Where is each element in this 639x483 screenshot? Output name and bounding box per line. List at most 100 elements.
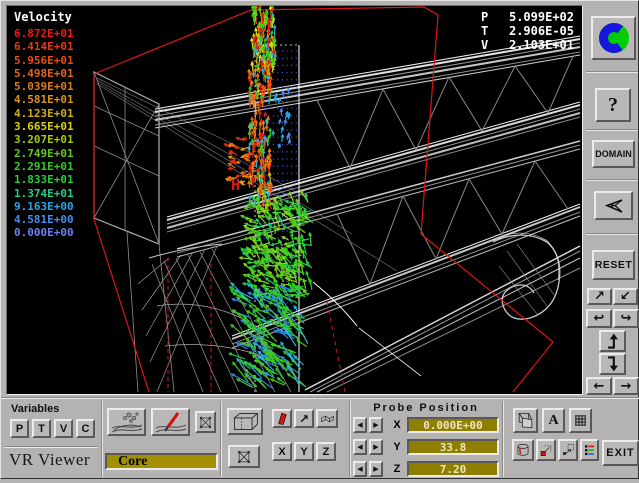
cut-plane-box-button[interactable] bbox=[227, 408, 263, 435]
help-button[interactable]: ? bbox=[595, 88, 631, 122]
legend-value: 0.000E+00 bbox=[14, 226, 74, 239]
legend-value: 3.665E+01 bbox=[14, 120, 74, 133]
vector-direction-button[interactable]: ↗ bbox=[294, 409, 314, 428]
arrow-left-icon: ← bbox=[594, 379, 605, 394]
probe-axis-label: Y bbox=[391, 439, 403, 455]
particle-trace-button[interactable] bbox=[107, 408, 146, 436]
part-selector-field[interactable]: Core bbox=[105, 453, 218, 470]
legend-value: 1.374E+01 bbox=[14, 187, 74, 200]
annotation-button[interactable]: A bbox=[542, 408, 565, 433]
legend-title: Velocity bbox=[14, 10, 74, 24]
probe-position-title: Probe Position bbox=[353, 402, 499, 414]
legend-value: 1.833E+01 bbox=[14, 173, 74, 186]
probe-tool-icon bbox=[154, 410, 188, 434]
divider bbox=[586, 129, 638, 131]
axis-button[interactable]: Z bbox=[316, 442, 336, 461]
readout-row: V 2.103E+01 bbox=[481, 38, 574, 52]
exit-button[interactable]: EXIT bbox=[602, 440, 639, 466]
domain-button[interactable]: DOMAIN bbox=[592, 140, 635, 168]
probe-increment-button[interactable]: ▶ bbox=[369, 461, 383, 477]
variable-button[interactable]: T bbox=[32, 419, 51, 438]
arrow-ne-icon: ↗ bbox=[299, 412, 309, 426]
divider bbox=[101, 401, 103, 477]
cut-plane-button[interactable] bbox=[272, 409, 292, 428]
viewport[interactable]: H Velocity 6.872E+01 6.414E+01 5.956E+01… bbox=[6, 5, 583, 395]
scale-icon bbox=[539, 442, 553, 458]
readout-value: 5.099E+02 bbox=[509, 10, 574, 24]
surface-mesh-button[interactable] bbox=[316, 409, 338, 428]
legend-items: 6.872E+01 6.414E+01 5.956E+01 5.498E+01 … bbox=[14, 27, 74, 240]
divider bbox=[586, 233, 638, 235]
turn-up-arrow-icon bbox=[603, 332, 623, 350]
pan-left-button[interactable]: ← bbox=[586, 377, 612, 395]
probe-tool-button[interactable] bbox=[151, 408, 190, 436]
reset-button[interactable]: RESET bbox=[592, 250, 635, 280]
clear-region-button-2[interactable] bbox=[228, 445, 260, 468]
probe-increment-button[interactable]: ▶ bbox=[369, 417, 383, 433]
color-palette-button[interactable] bbox=[580, 439, 599, 461]
legend-value: 5.039E+01 bbox=[14, 80, 74, 93]
rotate-left-button[interactable]: ↩ bbox=[586, 309, 612, 328]
probe-axis-label: Z bbox=[391, 461, 403, 477]
probe-axis-label: X bbox=[391, 417, 403, 433]
legend-value: 4.581E+01 bbox=[14, 93, 74, 106]
readout-value: 2.906E-05 bbox=[509, 24, 574, 38]
particle-trace-icon bbox=[110, 410, 144, 434]
clear-region-button[interactable] bbox=[195, 411, 216, 433]
turn-down-button[interactable] bbox=[599, 353, 626, 375]
divider bbox=[4, 446, 98, 448]
turn-up-button[interactable] bbox=[599, 330, 626, 352]
app-logo-icon bbox=[596, 20, 632, 56]
readout-row: T 2.906E-05 bbox=[481, 24, 574, 38]
legend-value: 3.207E+01 bbox=[14, 133, 74, 146]
axis-buttons: X Y Z bbox=[272, 442, 336, 461]
readout-label: P bbox=[481, 10, 493, 24]
probe-decrement-button[interactable]: ◀ bbox=[353, 439, 367, 455]
arrow-right-icon: → bbox=[621, 379, 632, 394]
axis-button[interactable]: X bbox=[272, 442, 292, 461]
rotate-ne-button[interactable]: ↗ bbox=[587, 288, 612, 305]
scale-button[interactable] bbox=[536, 439, 556, 461]
variable-button[interactable]: V bbox=[54, 419, 73, 438]
legend-value: 2.749E+01 bbox=[14, 147, 74, 160]
view-direction-button[interactable] bbox=[594, 191, 633, 220]
variable-button[interactable]: P bbox=[10, 419, 29, 438]
window-frame: H Velocity 6.872E+01 6.414E+01 5.956E+01… bbox=[0, 0, 639, 479]
probe-value-field[interactable]: 0.000E+00 bbox=[407, 417, 499, 433]
grid-button[interactable] bbox=[569, 408, 592, 433]
pan-right-button[interactable]: → bbox=[613, 377, 639, 395]
curved-arrow-right-icon: ↪ bbox=[621, 311, 632, 326]
legend-value: 9.163E+00 bbox=[14, 200, 74, 213]
legend-value: 4.123E+01 bbox=[14, 107, 74, 120]
eye-icon bbox=[602, 197, 626, 215]
rotate-sw-button[interactable]: ↙ bbox=[613, 288, 638, 305]
divider bbox=[502, 401, 504, 477]
move-arrow-icon bbox=[561, 442, 575, 458]
rotate-right-button[interactable]: ↪ bbox=[613, 309, 639, 328]
copy-view-button[interactable] bbox=[513, 408, 538, 433]
arrow-ne-icon: ↗ bbox=[594, 289, 605, 304]
control-panel: Variables P T V C VR Viewer bbox=[1, 397, 639, 480]
triangle-left-icon: ◀ bbox=[357, 421, 362, 429]
app-name: VR Viewer bbox=[9, 450, 90, 470]
logo-button[interactable] bbox=[591, 16, 636, 60]
variable-button[interactable]: C bbox=[76, 419, 95, 438]
probe-increment-button[interactable]: ▶ bbox=[369, 439, 383, 455]
triangle-right-icon: ▶ bbox=[373, 443, 378, 451]
probe-value-field[interactable]: 7.20 bbox=[407, 461, 499, 477]
probe-decrement-button[interactable]: ◀ bbox=[353, 417, 367, 433]
move-button[interactable] bbox=[558, 439, 578, 461]
readout-row: P 5.099E+02 bbox=[481, 10, 574, 24]
probe-row: ◀ ▶ Z 7.20 bbox=[353, 461, 499, 477]
legend-value: 6.872E+01 bbox=[14, 27, 74, 40]
axis-button[interactable]: Y bbox=[294, 442, 314, 461]
mesh-icon bbox=[319, 412, 336, 426]
cylinder-button[interactable] bbox=[512, 439, 534, 461]
arrow-sw-icon: ↙ bbox=[620, 289, 631, 304]
readout-rows: P 5.099E+02 T 2.906E-05 V 2.103E+01 bbox=[481, 10, 574, 52]
viewport-3d-scene[interactable]: H bbox=[7, 6, 582, 394]
probe-value-field[interactable]: 33.8 bbox=[407, 439, 499, 455]
probe-decrement-button[interactable]: ◀ bbox=[353, 461, 367, 477]
curved-arrow-left-icon: ↩ bbox=[594, 311, 605, 326]
sidebar: ? DOMAIN RESET ↗ ↙ ↩ ↪ bbox=[584, 1, 639, 397]
